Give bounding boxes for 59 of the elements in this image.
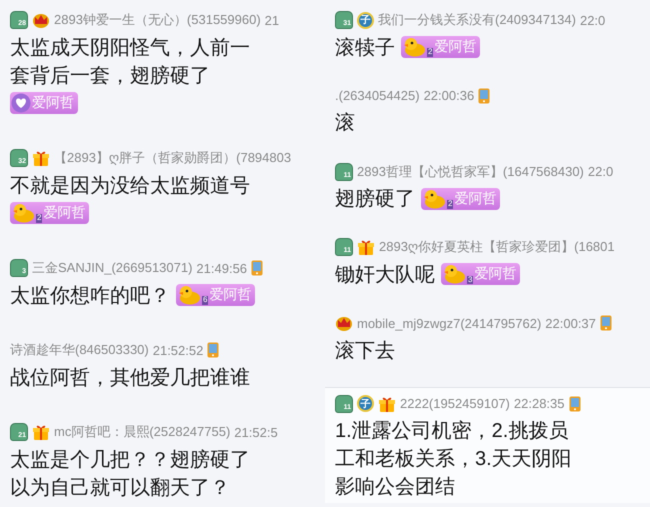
message-time: 22:0 <box>580 12 606 28</box>
gift-icon <box>357 238 375 256</box>
message-time: 22:0 <box>588 164 614 180</box>
user-name: mc阿哲吧：晨熙(2528247755) <box>54 423 230 441</box>
message-time: 22:28:35 <box>514 396 564 412</box>
duck-icon <box>442 264 466 284</box>
message-text: 套背后一套，翅膀硬了 <box>10 64 210 88</box>
sticker-label: 爱阿哲 <box>474 265 516 284</box>
crown-icon <box>32 11 50 29</box>
level-number: 6 <box>202 296 208 305</box>
level-number: 2 <box>447 200 454 209</box>
user-name: 我们一分钱关系没有(2409347134) <box>378 11 576 29</box>
message-text: 不就是因为没给太监频道号 <box>10 174 250 198</box>
duck-icon <box>422 188 446 209</box>
gift-icon <box>32 149 50 167</box>
message-text: 锄奸大队呢 <box>335 262 435 288</box>
message-time: 21:49:56 <box>196 260 248 276</box>
role-badge: 子 <box>357 395 374 412</box>
role-badge: 子 <box>357 12 374 28</box>
message-time: 21 <box>264 12 280 28</box>
crown-icon <box>335 314 353 332</box>
message-text: 工和老板关系，3.天天阴阳 <box>335 447 572 472</box>
level-number: 3 <box>467 276 474 284</box>
level-number: 2 <box>427 48 434 57</box>
gift-icon <box>378 394 396 413</box>
user-name: 【2893】ღ胖子（哲家勋爵团）(7894803 <box>54 149 292 167</box>
sticker-label: 爱阿哲 <box>43 204 86 222</box>
user-name: 诗酒趁年华(846503330) <box>10 341 149 359</box>
message-text: 影响公会团结 <box>335 475 455 500</box>
message-text: 翅膀硬了 <box>335 187 415 212</box>
sticker-label: 爱阿哲 <box>209 286 252 304</box>
gift-icon <box>32 423 50 441</box>
message-time: 22:00:36 <box>424 88 474 104</box>
user-name: mobile_mj9zwgz7(2414795762) <box>357 316 542 331</box>
user-name: 2222(1952459107) <box>400 396 510 412</box>
user-name: .(2634054425) <box>335 88 420 104</box>
user-name: 2893钟爱一生（无心）(531559960) <box>54 11 261 29</box>
message-text: 以为自己就可以翻天了？ <box>10 476 230 500</box>
duck-icon <box>402 37 426 57</box>
sticker-label: 爱阿哲 <box>454 190 496 208</box>
message-text: 太监是个几把？？翅膀硬了 <box>10 448 250 472</box>
message-text: 滚 <box>335 111 355 136</box>
message-time: 21:52:52 <box>152 342 204 358</box>
duck-icon <box>11 203 35 223</box>
sticker-label: 爱阿哲 <box>434 38 476 56</box>
message-text: 1.泄露公司机密，2.挑拨员 <box>335 419 568 444</box>
user-name: 三金SANJIN_(2669513071) <box>32 259 192 277</box>
level-number: 2 <box>36 214 42 223</box>
user-name: 2893ღ你好夏英柱【哲家珍爱团】(16801 <box>379 238 615 256</box>
message-time: 21:52:5 <box>234 424 278 440</box>
duck-icon <box>177 285 201 305</box>
message-text: 太监成天阴阳怪气，人前一 <box>10 36 250 60</box>
message-text: 滚下去 <box>335 338 395 364</box>
message-text: 太监你想咋的吧？ <box>10 284 170 308</box>
message-time: 22:00:37 <box>545 316 596 331</box>
message-text: 滚犊子 <box>335 36 395 60</box>
message-text: 战位阿哲，其他爱几把谁谁 <box>10 366 250 390</box>
user-name: 2893哲理【心悦哲家军】(1647568430) <box>357 162 584 181</box>
sticker-label: 爱阿哲 <box>32 94 74 112</box>
